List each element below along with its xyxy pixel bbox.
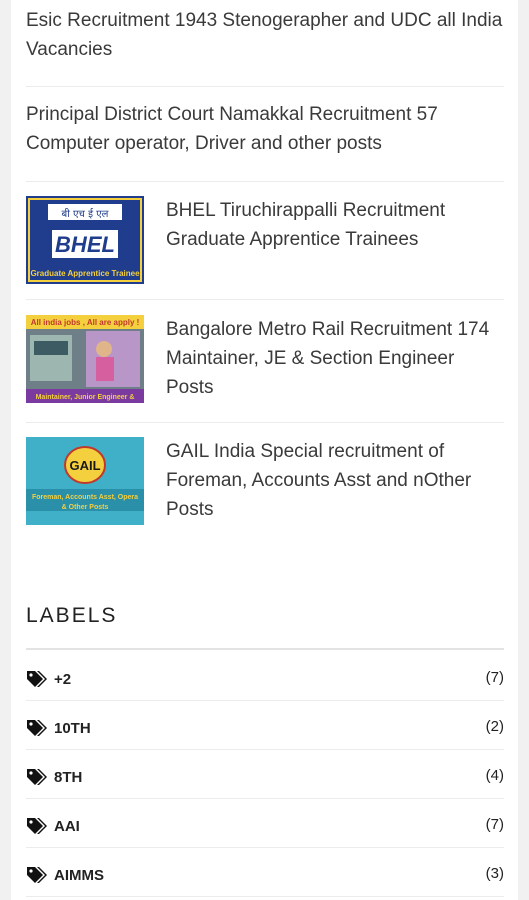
tag-icon	[27, 818, 47, 834]
tag-icon	[27, 671, 47, 687]
post-title[interactable]: Bangalore Metro Rail Recruitment 174 Mai…	[166, 315, 504, 402]
labels-divider	[26, 648, 504, 650]
post-title[interactable]: GAIL India Special recruitment of Forema…	[166, 437, 504, 524]
tag-icon	[27, 769, 47, 785]
post-item[interactable]: All india jobs , All are apply ! Maintai…	[26, 315, 504, 423]
label-item[interactable]: AAI (7)	[26, 799, 504, 848]
thumb-caption: Foreman, Accounts Asst, Opera	[32, 494, 138, 501]
label-count: (3)	[485, 865, 504, 882]
post-link[interactable]: Esic Recruitment 1943 Stenogerapher and …	[26, 6, 504, 87]
tag-icon	[27, 720, 47, 736]
post-item[interactable]: GAIL Foreman, Accounts Asst, Opera & Oth…	[26, 437, 504, 547]
label-name[interactable]: AAI	[54, 818, 80, 835]
post-title[interactable]: BHEL Tiruchirappalli Recruitment Graduat…	[166, 196, 504, 254]
label-count: (2)	[485, 718, 504, 735]
post-link[interactable]: Principal District Court Namakkal Recrui…	[26, 100, 504, 182]
label-item[interactable]: AIMMS (3)	[26, 848, 504, 897]
tag-icon	[27, 867, 47, 883]
post-thumbnail[interactable]: GAIL Foreman, Accounts Asst, Opera & Oth…	[26, 437, 144, 525]
labels-heading: LABELS	[26, 604, 118, 627]
post-item[interactable]: बी एच ई एल BHEL Graduate Apprentice Trai…	[26, 196, 504, 300]
sidebar-panel: Esic Recruitment 1943 Stenogerapher and …	[11, 0, 518, 900]
label-item[interactable]: 10TH (2)	[26, 701, 504, 750]
post-title[interactable]: Principal District Court Namakkal Recrui…	[26, 104, 438, 154]
label-count: (7)	[485, 669, 504, 686]
label-name[interactable]: +2	[54, 671, 71, 688]
label-name[interactable]: 10TH	[54, 720, 91, 737]
thumb-caption: Graduate Apprentice Trainee	[30, 269, 140, 278]
post-thumbnail[interactable]: All india jobs , All are apply ! Maintai…	[26, 315, 144, 403]
label-count: (7)	[485, 816, 504, 833]
label-item[interactable]: +2 (7)	[26, 652, 504, 701]
label-name[interactable]: 8TH	[54, 769, 82, 786]
post-title[interactable]: Esic Recruitment 1943 Stenogerapher and …	[26, 10, 502, 60]
thumb-logo-text: BHEL	[55, 232, 115, 257]
label-name[interactable]: AIMMS	[54, 867, 104, 884]
post-thumbnail[interactable]: बी एच ई एल BHEL Graduate Apprentice Trai…	[26, 196, 144, 284]
thumb-hindi-text: बी एच ई एल	[62, 208, 109, 220]
thumb-banner: All india jobs , All are apply !	[31, 318, 140, 327]
thumb-logo-text: GAIL	[69, 458, 100, 473]
label-count: (4)	[485, 767, 504, 784]
label-item[interactable]: 8TH (4)	[26, 750, 504, 799]
thumb-caption: Maintainer, Junior Engineer &	[36, 394, 135, 401]
thumb-caption: & Other Posts	[62, 504, 109, 511]
